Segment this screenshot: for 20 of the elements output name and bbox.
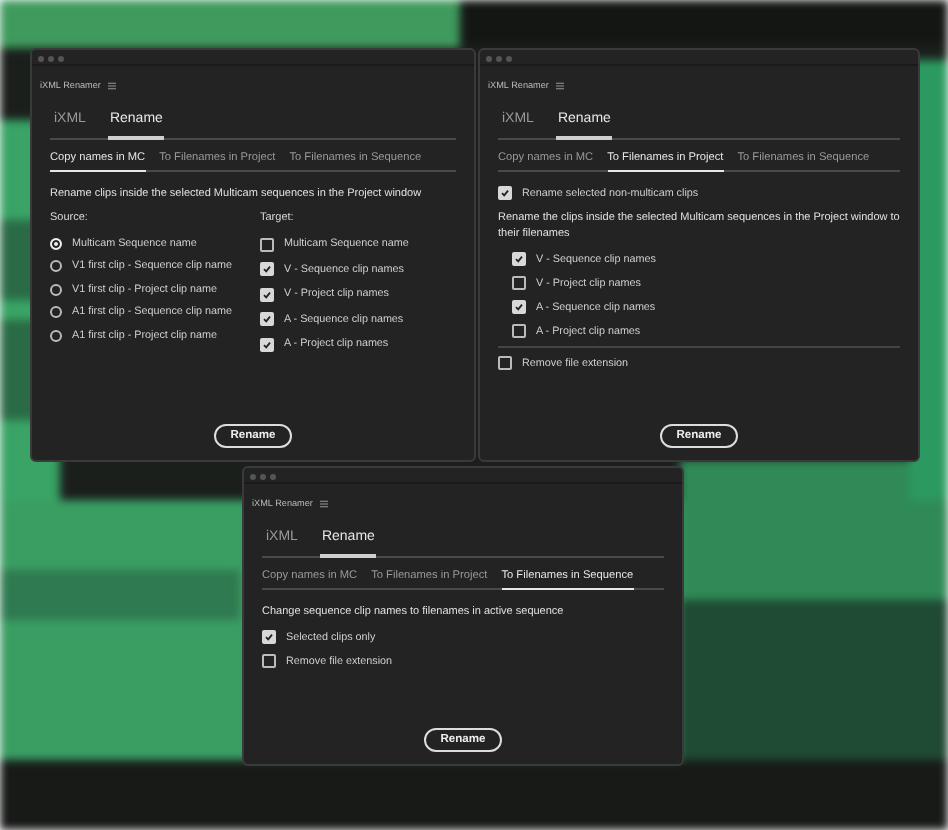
menu-icon[interactable]	[320, 499, 329, 507]
menu-icon[interactable]	[556, 81, 565, 89]
checkbox[interactable]	[512, 324, 526, 338]
checkbox[interactable]	[262, 654, 276, 668]
checkbox[interactable]	[260, 312, 274, 326]
checkbox[interactable]	[260, 237, 274, 251]
checkbox[interactable]	[260, 337, 274, 351]
checkbox[interactable]	[262, 630, 276, 644]
radio-button[interactable]	[50, 329, 62, 341]
checkbox[interactable]	[260, 262, 274, 276]
radio-button[interactable]	[50, 260, 62, 272]
radio-button[interactable]	[50, 306, 62, 318]
radio-button[interactable]	[50, 283, 62, 295]
checkbox[interactable]	[512, 300, 526, 314]
checkbox[interactable]	[512, 276, 526, 290]
checkbox[interactable]	[512, 252, 526, 266]
menu-icon[interactable]	[108, 81, 117, 89]
checkbox[interactable]	[260, 287, 274, 301]
checkbox[interactable]	[498, 356, 512, 370]
checkbox[interactable]	[498, 186, 512, 200]
